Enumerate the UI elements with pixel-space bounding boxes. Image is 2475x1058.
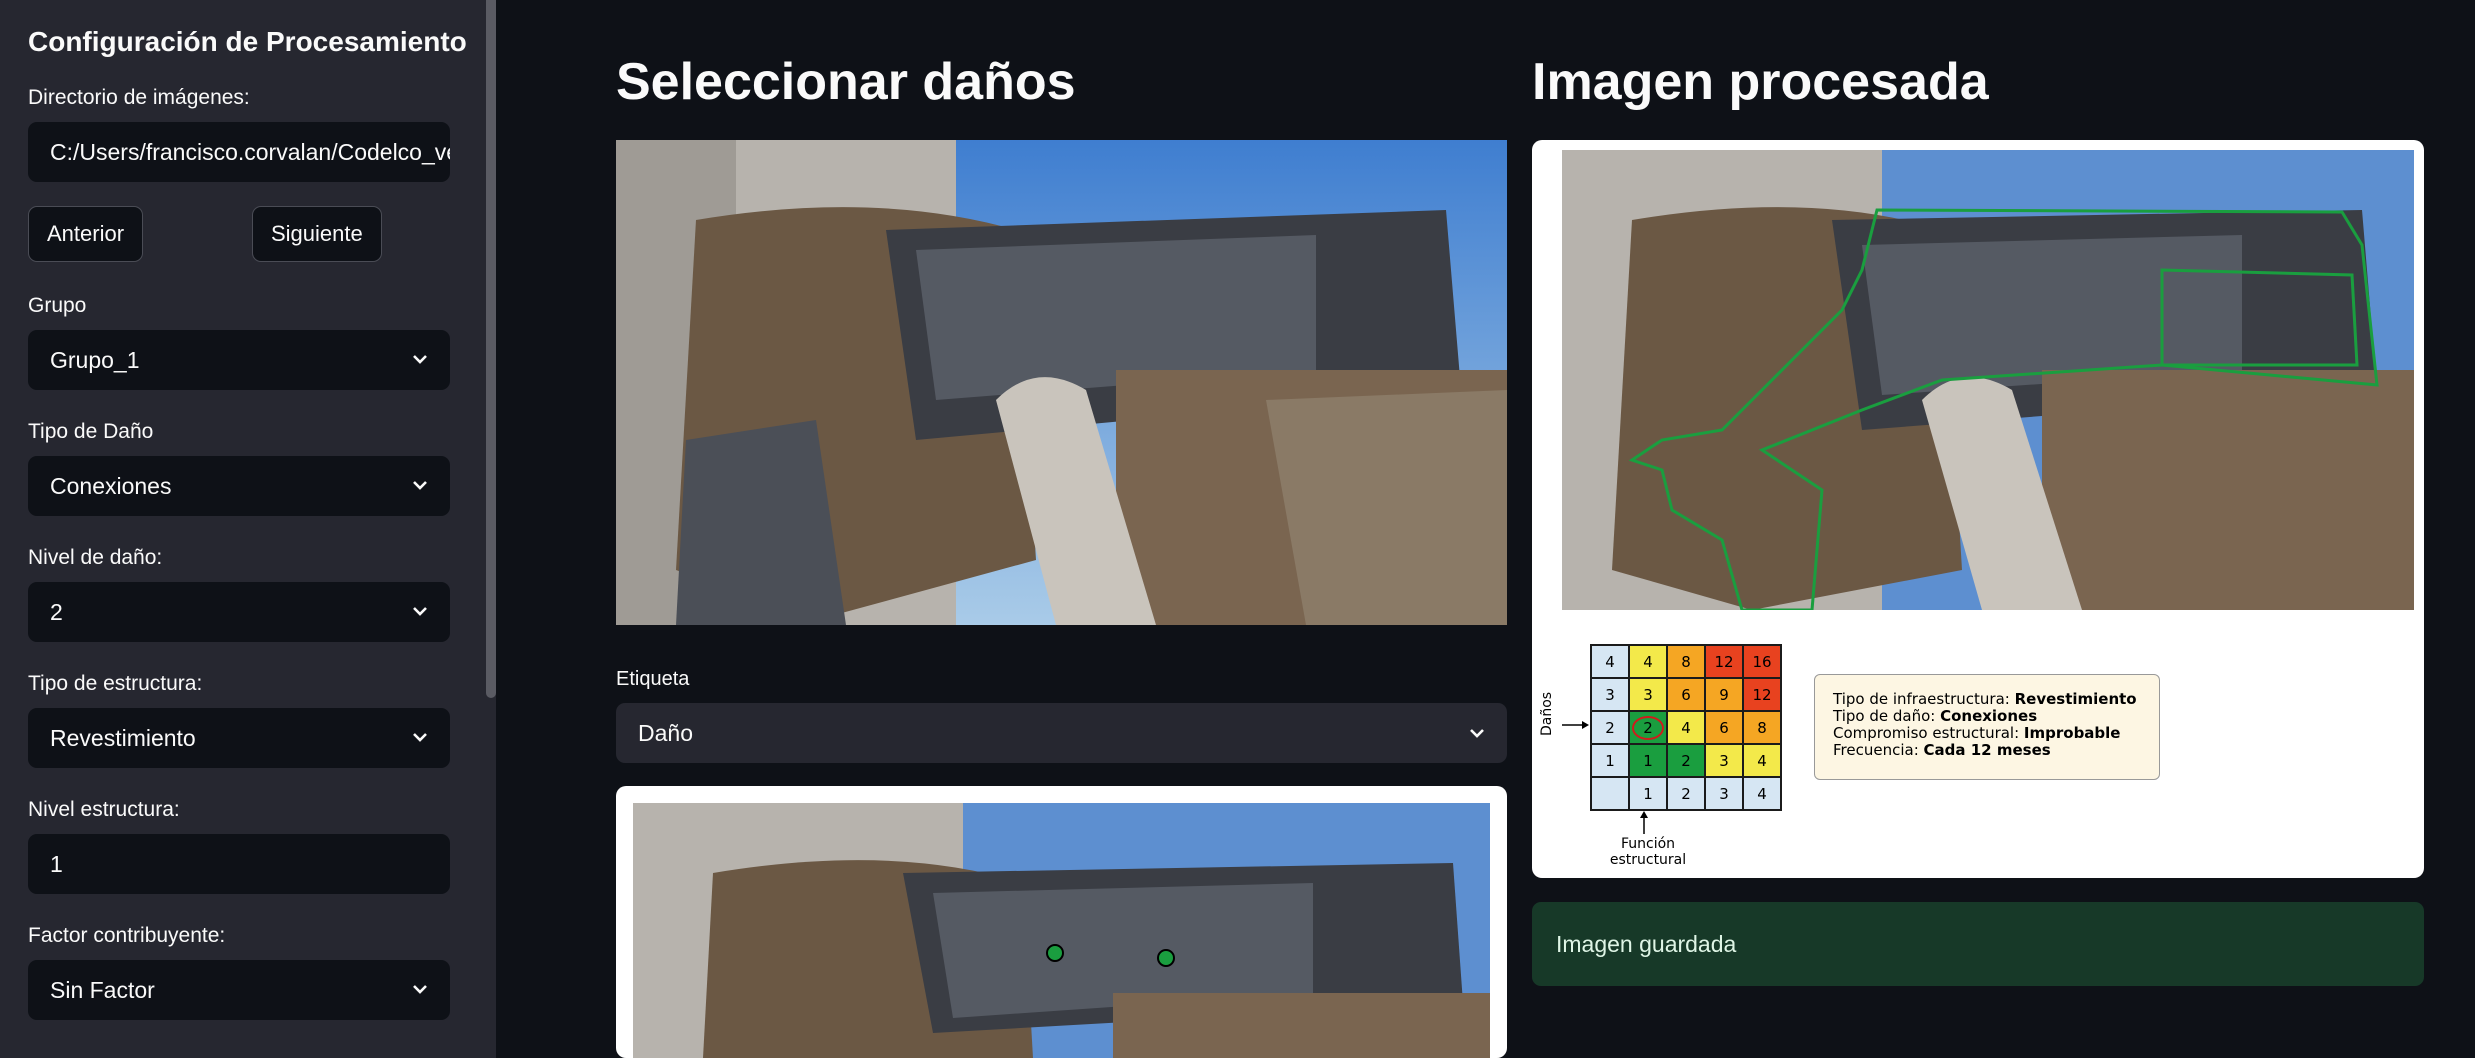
directory-input[interactable]: C:/Users/francisco.corvalan/Codelco_ve: [28, 122, 450, 182]
matrix-cell: 12: [1704, 644, 1744, 679]
saved-success-alert: Imagen guardada: [1532, 902, 2424, 986]
processed-photo: [1562, 150, 2414, 610]
sidebar-scrollbar[interactable]: [486, 0, 496, 698]
risk-matrix: 4 4 8 12 16 3 3 6 9 12 2 2 4 6 8 1 1 2 3: [1590, 644, 1782, 811]
annotation-point[interactable]: [1157, 949, 1175, 967]
matrix-cell: 4: [1628, 644, 1668, 679]
matrix-cell: 6: [1704, 710, 1744, 745]
processed-image-title: Imagen procesada: [1532, 53, 1989, 111]
matrix-cell: 4: [1742, 776, 1782, 811]
annotation-point[interactable]: [1046, 944, 1064, 962]
matrix-cell: 8: [1666, 644, 1706, 679]
matrix-cell-selected: 2: [1628, 710, 1668, 745]
chevron-down-icon: [1470, 729, 1484, 738]
matrix-cell: 2: [1666, 776, 1706, 811]
damage-type-select[interactable]: Conexiones: [28, 456, 450, 516]
matrix-cell: 1: [1628, 743, 1668, 778]
annotation-canvas[interactable]: [616, 786, 1507, 1058]
tag-select[interactable]: Daño: [616, 703, 1507, 763]
chevron-down-icon: [413, 481, 427, 490]
chevron-down-icon: [413, 733, 427, 742]
matrix-cell: [1590, 776, 1630, 811]
sidebar: Configuración de Procesamiento Directori…: [0, 0, 496, 1058]
matrix-cell: 6: [1666, 677, 1706, 712]
damage-type-label: Tipo de Daño: [28, 420, 154, 443]
matrix-cell: 1: [1590, 743, 1630, 778]
arrow-up-icon: [1640, 811, 1648, 834]
factor-label: Factor contribuyente:: [28, 924, 226, 947]
group-select[interactable]: Grupo_1: [28, 330, 450, 390]
group-label: Grupo: [28, 294, 87, 317]
matrix-cell: 4: [1742, 743, 1782, 778]
tag-label: Etiqueta: [616, 668, 690, 690]
matrix-cell: 9: [1704, 677, 1744, 712]
factor-select[interactable]: Sin Factor: [28, 960, 450, 1020]
matrix-cell: 16: [1742, 644, 1782, 679]
sidebar-title: Configuración de Procesamiento: [28, 26, 467, 57]
dir-label: Directorio de imágenes:: [28, 86, 250, 109]
damage-photo[interactable]: [616, 140, 1507, 625]
selected-cell-marker: 2: [1632, 715, 1664, 740]
matrix-cell: 3: [1704, 743, 1744, 778]
chevron-down-icon: [413, 985, 427, 994]
damage-level-label: Nivel de daño:: [28, 546, 163, 569]
matrix-cell: 8: [1742, 710, 1782, 745]
structure-level-label: Nivel estructura:: [28, 798, 180, 821]
next-button[interactable]: Siguiente: [252, 206, 382, 262]
matrix-cell: 1: [1628, 776, 1668, 811]
matrix-cell: 4: [1590, 644, 1630, 679]
matrix-cell: 3: [1704, 776, 1744, 811]
damage-info-box: Tipo de infraestructura: Revestimiento T…: [1814, 674, 2160, 780]
matrix-y-axis-label: Daños: [1539, 691, 1555, 736]
matrix-cell: 12: [1742, 677, 1782, 712]
matrix-cell: 2: [1590, 710, 1630, 745]
previous-button[interactable]: Anterior: [28, 206, 144, 262]
annotation-photo[interactable]: [633, 803, 1490, 1058]
structure-type-select[interactable]: Revestimiento: [28, 708, 450, 768]
processed-image-card: Daños 4 4 8 12 16 3 3 6 9 12 2 2 4 6 8 1: [1532, 140, 2424, 878]
arrow-right-icon: [1562, 721, 1589, 729]
structure-type-label: Tipo de estructura:: [28, 672, 203, 695]
structure-level-input[interactable]: 1: [28, 834, 450, 894]
matrix-cell: 2: [1666, 743, 1706, 778]
matrix-cell: 3: [1628, 677, 1668, 712]
matrix-cell: 3: [1590, 677, 1630, 712]
select-damage-title: Seleccionar daños: [616, 53, 1076, 111]
damage-level-select[interactable]: 2: [28, 582, 450, 642]
matrix-cell: 4: [1666, 710, 1706, 745]
chevron-down-icon: [413, 355, 427, 364]
chevron-down-icon: [413, 607, 427, 616]
matrix-x-axis-label: Función estructural: [1609, 836, 1687, 868]
